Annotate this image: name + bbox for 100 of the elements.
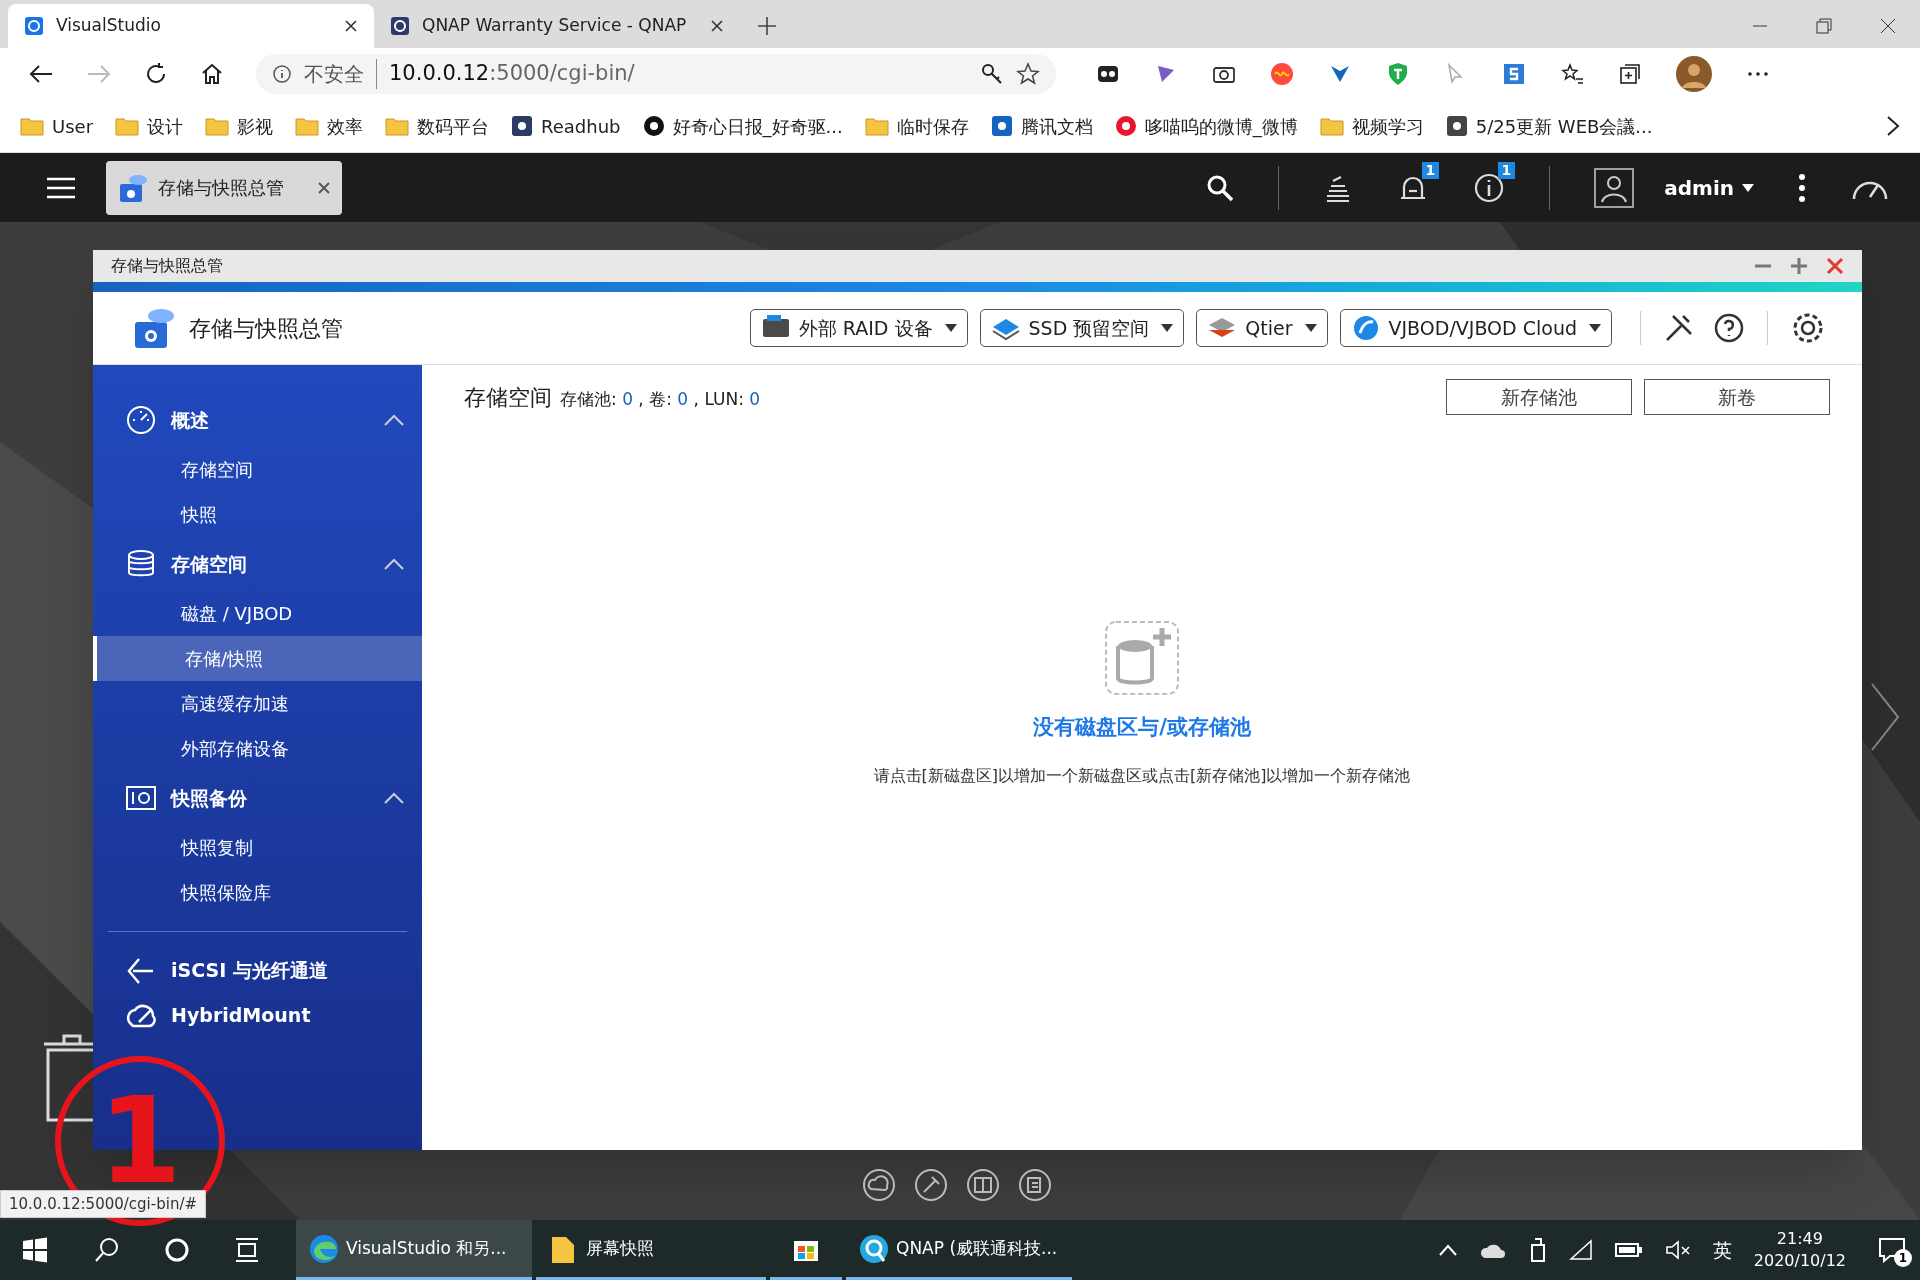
- site-icon: [1445, 115, 1468, 137]
- app-tab-label: 存储与快照总管: [158, 176, 285, 200]
- sidebar-item[interactable]: 存储空间: [93, 447, 422, 492]
- new-tab-icon[interactable]: [756, 15, 778, 37]
- sidebar-link[interactable]: iSCSI 与光纤通道: [93, 948, 422, 993]
- wrench-icon[interactable]: [914, 1168, 948, 1202]
- site-icon: [990, 115, 1013, 137]
- bookmark[interactable]: 数码平台: [385, 112, 490, 140]
- key-icon[interactable]: [980, 62, 1004, 86]
- help-icon[interactable]: [1713, 312, 1745, 344]
- bookmark[interactable]: Readhub: [511, 112, 621, 140]
- task-view-icon[interactable]: [234, 1237, 260, 1263]
- window-title: 存储与快照总管: [111, 255, 223, 277]
- bookmark[interactable]: 临时保存: [864, 112, 969, 140]
- close-icon[interactable]: [318, 181, 330, 194]
- folder-icon: [385, 116, 410, 136]
- sidebar-item[interactable]: 快照复制: [93, 825, 422, 870]
- folder-icon: [1319, 116, 1344, 136]
- book-icon[interactable]: [966, 1168, 1000, 1202]
- chevron-right-icon[interactable]: [1886, 115, 1900, 137]
- usb-drive-icon[interactable]: [1528, 1237, 1547, 1263]
- cloud-icon[interactable]: [862, 1168, 896, 1202]
- input-method-indicator[interactable]: 英: [1712, 1235, 1732, 1265]
- chevron-up-icon[interactable]: [1438, 1244, 1457, 1256]
- caret-icon: [1589, 324, 1601, 332]
- bookmark[interactable]: 腾讯文档: [990, 112, 1093, 140]
- sidebar-section[interactable]: 存储空间: [93, 537, 422, 591]
- note-icon[interactable]: [1018, 1168, 1052, 1202]
- bookmark[interactable]: 哆喵呜的微博_微博: [1114, 112, 1298, 140]
- dropdown-button[interactable]: Qtier: [1196, 309, 1328, 347]
- action-button[interactable]: 新存储池: [1446, 379, 1632, 415]
- sidebar-item[interactable]: 存储/快照: [93, 636, 422, 681]
- folder-icon: [864, 116, 889, 136]
- folder-icon: [295, 116, 320, 136]
- bookmark[interactable]: 好奇心日报_好奇驱...: [642, 112, 843, 140]
- tab-logo-icon: [390, 16, 410, 36]
- browser-tab[interactable]: VisualStudio: [8, 4, 374, 48]
- windows-start-icon[interactable]: [22, 1237, 48, 1263]
- wifi-icon[interactable]: [1568, 1239, 1593, 1261]
- taskbar-app[interactable]: VisualStudio 和另...: [296, 1220, 532, 1280]
- caret-icon: [944, 324, 957, 332]
- storage-summary: 存储池: 0 , 卷: 0 , LUN: 0: [560, 387, 761, 411]
- close-icon[interactable]: [1880, 18, 1896, 34]
- dropdown-button[interactable]: VJBOD/VJBOD Cloud: [1339, 309, 1612, 347]
- folder-icon: [20, 116, 44, 136]
- menu-icon[interactable]: [46, 175, 76, 200]
- home-icon[interactable]: [200, 62, 224, 86]
- maximize-icon[interactable]: [1790, 257, 1808, 275]
- sidebar-item[interactable]: 快照保险库: [93, 870, 422, 915]
- cortana-icon[interactable]: [164, 1237, 190, 1263]
- user-menu[interactable]: admin: [1664, 172, 1754, 203]
- site-icon: [1114, 115, 1137, 137]
- notification-icon[interactable]: [1878, 1237, 1906, 1263]
- sidebar-item[interactable]: 外部存储设备: [93, 726, 422, 771]
- app-name: 存储与快照总管: [189, 314, 343, 343]
- close-icon[interactable]: [710, 19, 724, 33]
- app-tab[interactable]: 存储与快照总管: [106, 160, 342, 215]
- back-icon[interactable]: [28, 63, 54, 85]
- restore-icon[interactable]: [1816, 18, 1832, 34]
- speaker-muted-icon[interactable]: [1664, 1239, 1691, 1261]
- close-icon[interactable]: [344, 19, 358, 33]
- bookmark[interactable]: 设计: [115, 112, 184, 140]
- bookmark[interactable]: 影视: [205, 112, 274, 140]
- storage-app-icon: [133, 306, 177, 350]
- bookmark[interactable]: 5/25更新 WEB会議...: [1445, 112, 1653, 140]
- taskbar-app[interactable]: QNAP (威联通科技...: [846, 1220, 1072, 1280]
- sidebar-section[interactable]: 概述: [93, 393, 422, 447]
- bookmark[interactable]: User: [20, 112, 94, 140]
- sidebar-section[interactable]: 快照备份: [93, 771, 422, 825]
- dropdown-button[interactable]: SSD 预留空间: [979, 309, 1185, 347]
- bookmark[interactable]: 效率: [295, 112, 364, 140]
- url-text: 10.0.0.12:5000/cgi-bin/: [389, 60, 636, 88]
- battery-icon[interactable]: [1614, 1242, 1643, 1258]
- user-icon[interactable]: [1594, 167, 1635, 208]
- search-icon[interactable]: [94, 1237, 120, 1263]
- sidebar-item[interactable]: 快照: [93, 492, 422, 537]
- tab-title: VisualStudio: [56, 14, 162, 38]
- taskbar-clock[interactable]: 21:49 2020/10/12: [1753, 1228, 1846, 1272]
- star-icon[interactable]: [1016, 62, 1040, 86]
- search-icon[interactable]: [1206, 173, 1235, 202]
- more-icon[interactable]: [1798, 172, 1806, 203]
- dropdown-button[interactable]: 外部 RAID 设备: [749, 309, 968, 347]
- site-icon: [642, 115, 665, 137]
- avatar-icon[interactable]: [1676, 56, 1712, 92]
- sidebar-item[interactable]: 磁盘 / VJBOD: [93, 591, 422, 636]
- favorites-icon[interactable]: [1560, 62, 1584, 86]
- tab-title: QNAP Warranty Service - QNAP: [422, 14, 688, 38]
- action-button[interactable]: 新卷: [1644, 379, 1830, 415]
- address-bar[interactable]: 不安全 10.0.0.12:5000/cgi-bin/: [256, 54, 1056, 94]
- folder-icon: [115, 116, 140, 136]
- bookmark[interactable]: 视频学习: [1319, 112, 1424, 140]
- taskbar-app[interactable]: 屏幕快照: [536, 1220, 766, 1280]
- collections-icon[interactable]: [1618, 62, 1642, 86]
- forward-icon: [86, 63, 112, 85]
- shield-icon[interactable]: [1386, 62, 1410, 86]
- browser-icon: [308, 1232, 340, 1265]
- sidebar-link[interactable]: HybridMount: [93, 993, 422, 1038]
- reload-icon[interactable]: [144, 62, 168, 86]
- sidebar-item[interactable]: 高速缓存加速: [93, 681, 422, 726]
- info-icon: [272, 64, 292, 84]
